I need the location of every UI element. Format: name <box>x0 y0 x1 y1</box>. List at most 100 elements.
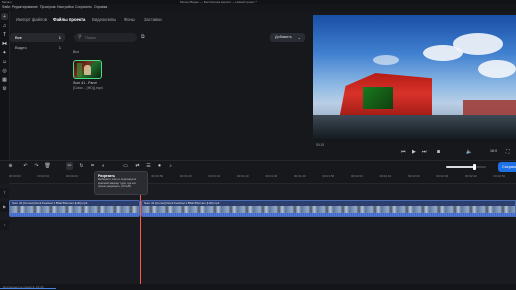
music-icon[interactable]: ♫ <box>1 22 8 29</box>
split-icon[interactable]: ▭ <box>122 162 129 170</box>
menu-export[interactable]: Сохранить <box>75 4 92 11</box>
clip-filmstrip <box>10 206 139 213</box>
group-label: Все <box>73 50 80 54</box>
skip-forward-icon[interactable]: ⏭ <box>422 149 427 155</box>
ruler-tick-label: 00:01:30 <box>265 174 278 178</box>
transition-icon[interactable]: ⇄ <box>134 162 141 170</box>
ruler-tick-label: 00:00:20 <box>66 174 78 178</box>
cut-tooltip: Разрезать Выберите клип и перетащите кра… <box>94 171 148 195</box>
menu-bar: Файл Редактирование Проигрыв. Настройки … <box>0 4 516 11</box>
menu-playback[interactable]: Проигрыв. <box>40 4 56 11</box>
crop-icon[interactable]: ⌗ <box>89 162 96 170</box>
filters-icon[interactable]: ✦ <box>1 49 8 56</box>
rotate-icon[interactable]: ↻ <box>78 162 85 170</box>
timeline-zoom-fill <box>446 166 474 168</box>
media-tabs: Импорт файлов Файлы проекта Видеоклипы Ф… <box>10 13 310 27</box>
layout-icon[interactable]: ▦ <box>1 76 8 83</box>
clip-filmstrip <box>142 206 515 213</box>
cloud <box>478 60 516 78</box>
ruler-tick-label: 00:02:30 <box>436 174 449 178</box>
crowd <box>313 115 516 141</box>
ruler-tick-label: 00:02:40 <box>465 174 477 178</box>
ruler-tick-label: 00:01:20 <box>237 174 249 178</box>
video-clip[interactable]: Sum 41 [Comet] Rock Festival 1 Bhai Bhom… <box>141 200 516 217</box>
ruler-tick-label: 00:01:40 <box>294 174 306 178</box>
add-track-icon[interactable]: ⊕ <box>7 162 14 170</box>
clip-properties-icon[interactable]: ☰ <box>145 162 152 170</box>
clip-waveform <box>10 213 139 216</box>
cloud <box>423 45 463 61</box>
ruler-tick-label: 00:02:50 <box>493 174 506 178</box>
track-head-titles[interactable]: T <box>0 188 9 198</box>
category-all[interactable]: Все 1 <box>10 33 65 42</box>
media-caption-file: [Colov... (HD)].mp4 <box>73 86 103 90</box>
filter-icon[interactable]: ⧉ <box>141 33 148 42</box>
status-bar <box>0 284 516 290</box>
aspect-ratio[interactable]: 16:9 <box>490 149 497 153</box>
category-video[interactable]: Видео 1 <box>10 43 65 52</box>
left-tool-rail: + ♫ T ⧓ ✦ ☺ ◎ ▦ ⚙ <box>0 11 10 161</box>
category-count: 1 <box>58 45 61 50</box>
search-box[interactable]: ⚲ <box>74 33 137 42</box>
tooltip-description: Выберите клип и перетащите красный марке… <box>98 177 137 189</box>
video-clip[interactable]: Sum 41 [Comet] Rock Festival 1 Bhai Bhom… <box>9 200 140 217</box>
settings-icon[interactable]: ⚙ <box>1 85 8 92</box>
tab-project-files[interactable]: Файлы проекта <box>53 13 85 27</box>
preview-player[interactable] <box>313 15 516 141</box>
thumbnail-figure <box>77 63 82 77</box>
import-plus-icon[interactable]: + <box>1 13 8 20</box>
search-icon: ⚲ <box>78 34 82 40</box>
clip-title: Sum 41 [Comet] Rock Festival 1 Bhai Bhom… <box>12 201 88 205</box>
export-button[interactable]: Сохранить <box>498 162 516 172</box>
media-caption: Sum 41 - Parot <box>73 81 97 85</box>
audio-icon[interactable]: ♪ <box>167 162 174 170</box>
volume-icon[interactable]: 🔈 <box>466 149 472 155</box>
track-head-video[interactable]: ▶ <box>0 202 9 212</box>
tab-import[interactable]: Импорт файлов <box>16 13 47 27</box>
chevron-down-icon: ⌄ <box>297 35 301 40</box>
tab-backgrounds[interactable]: Фоны <box>124 13 135 27</box>
add-button[interactable]: Добавить ⌄ <box>270 33 305 42</box>
stage-screen <box>363 87 393 109</box>
add-button-label: Добавить <box>275 35 292 39</box>
ruler-tick-label: 00:02:10 <box>379 174 392 178</box>
tab-intros[interactable]: Заставки <box>144 13 162 27</box>
more-tools-icon[interactable]: ◎ <box>1 67 8 74</box>
titles-icon[interactable]: T <box>1 31 8 38</box>
ruler-tick-label: 00:00:50 <box>151 174 164 178</box>
play-icon[interactable]: ▶ <box>412 149 416 155</box>
ruler-tick-label: 00:01:10 <box>208 174 221 178</box>
record-icon[interactable]: ⏺ <box>156 162 163 170</box>
ruler-tick-label: 00:02:20 <box>408 174 420 178</box>
media-thumbnail[interactable] <box>73 60 102 79</box>
menu-file[interactable]: Файл <box>2 4 10 11</box>
clip-title: Sum 41 [Comet] Rock Festival 1 Bhai Bhom… <box>144 201 220 205</box>
search-input[interactable] <box>85 34 133 41</box>
timeline-zoom-handle[interactable] <box>472 164 476 170</box>
skip-back-icon[interactable]: ⏮ <box>401 149 406 155</box>
preview-timecode: 00:15 <box>316 143 324 147</box>
ruler-tick-label: 00:00:10 <box>37 174 50 178</box>
delete-icon[interactable]: 🗑 <box>44 162 51 170</box>
menu-settings[interactable]: Настройки <box>57 4 74 11</box>
color-adjust-icon[interactable]: ◐ <box>100 162 107 170</box>
category-label: Все <box>15 35 22 40</box>
snapshot-icon[interactable]: ◙ <box>437 149 440 155</box>
category-label: Видео <box>15 45 27 50</box>
redo-icon[interactable]: ↷ <box>33 162 40 170</box>
stickers-icon[interactable]: ☺ <box>1 58 8 65</box>
menu-help[interactable]: Справка <box>94 4 107 11</box>
transitions-icon[interactable]: ⧓ <box>1 40 8 47</box>
tab-video-clips[interactable]: Видеоклипы <box>92 13 116 27</box>
undo-icon[interactable]: ↶ <box>22 162 29 170</box>
ruler-tick-label: 00:01:00 <box>180 174 192 178</box>
timeline-zoom-slider[interactable] <box>446 164 486 170</box>
menu-edit[interactable]: Редактирование <box>12 4 38 11</box>
ruler-tick-label: 00:00:00 <box>9 174 21 178</box>
fullscreen-icon[interactable]: ⛶ <box>506 149 510 155</box>
cut-icon[interactable]: ✂ <box>66 162 73 170</box>
track-head-audio[interactable]: ♪ <box>0 220 9 230</box>
category-count: 1 <box>58 35 61 40</box>
status-progress <box>0 288 56 289</box>
cloud <box>373 55 399 65</box>
